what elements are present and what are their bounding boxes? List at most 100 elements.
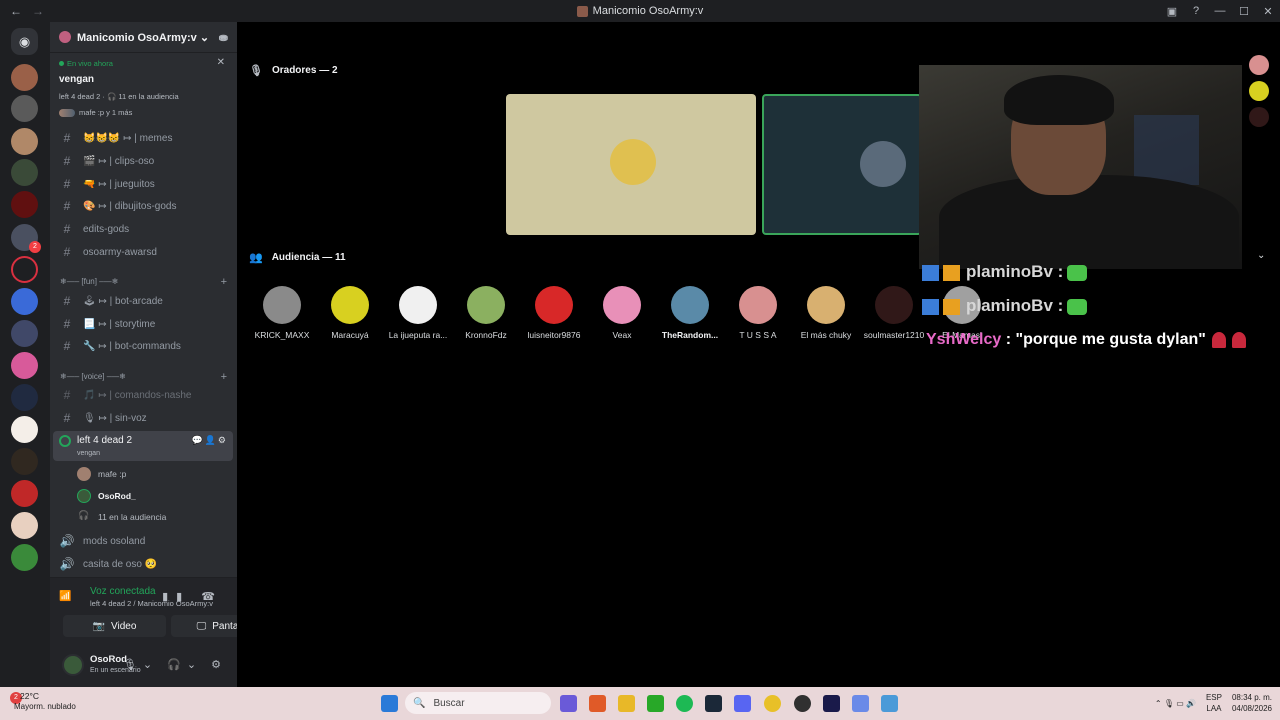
inbox-icon[interactable]: ▣ — [1160, 5, 1184, 18]
voice-controls-icons[interactable]: ▮▮ ☎ — [162, 590, 223, 603]
live-stage-card[interactable]: En vivo ahora ✕ vengan left 4 dead 2 · 🎧… — [50, 53, 237, 127]
discord-taskbar-icon[interactable] — [734, 695, 751, 712]
add-channel-icon[interactable]: + — [221, 371, 227, 383]
brave-icon[interactable] — [589, 695, 606, 712]
user-controls-icons[interactable]: 🎙⌄ 🎧⌄ ⚙ — [123, 658, 227, 671]
channel-clips-oso[interactable]: # 🎬 ↦ | clips-oso — [58, 151, 232, 171]
audience-member[interactable]: soulmaster1210 — [859, 286, 929, 340]
steam-icon[interactable] — [705, 695, 722, 712]
taskbar-search[interactable]: 🔍 Buscar — [405, 692, 551, 714]
audience-member[interactable]: Maracuyá — [315, 286, 385, 340]
close-icon[interactable]: ✕ — [217, 57, 225, 68]
server-icon[interactable] — [11, 288, 38, 315]
speaker-tile[interactable] — [506, 94, 756, 235]
speakers-label: Oradores — 2 — [271, 65, 338, 76]
add-member-icon[interactable]: ⛂ — [219, 31, 228, 44]
right-avatar[interactable] — [1249, 81, 1269, 101]
server-icon[interactable] — [11, 320, 38, 347]
help-icon[interactable]: ? — [1184, 5, 1208, 17]
voice-channel-casita-de-oso[interactable]: 🔊 casita de oso 🥺 — [58, 554, 232, 574]
server-icon[interactable] — [11, 384, 38, 411]
copilot-icon[interactable] — [560, 695, 577, 712]
close-window-button[interactable]: ✕ — [1256, 5, 1280, 18]
channel-bot-commands[interactable]: # 🔧 ↦ | bot-commands — [58, 336, 232, 356]
server-icon[interactable] — [11, 448, 38, 475]
channel-comandos-nashe[interactable]: # 🎵 ↦ | comandos-nashe — [58, 385, 232, 405]
chat-overlay-user: YshWelcy — [926, 331, 1002, 348]
audience-member[interactable]: T U S S A — [723, 286, 793, 340]
forward-arrow-icon[interactable]: → — [32, 4, 44, 18]
audience-member[interactable]: KRICK_MAXX — [247, 286, 317, 340]
discord-home-button[interactable]: ◉ — [11, 28, 38, 55]
voice-status[interactable]: Voz conectada — [90, 586, 156, 597]
audience-member[interactable]: luisneitor9876 — [519, 286, 589, 340]
maximize-button[interactable]: ☐ — [1232, 5, 1256, 18]
add-channel-icon[interactable]: + — [221, 276, 227, 288]
video-label: Video — [111, 620, 137, 632]
spotify-icon[interactable] — [676, 695, 693, 712]
chat-overlay-user: plaminoBv : — [966, 262, 1064, 281]
clock[interactable]: 08:34 p. m. 04/08/2026 — [1232, 692, 1272, 714]
tray-icons[interactable]: ⌃ 🎙 ▭ 🔊 — [1155, 699, 1196, 708]
channel-edits-gods[interactable]: # edits-gods — [58, 219, 232, 239]
weather-widget[interactable]: 22°C Mayorm. nublado — [14, 691, 76, 711]
user-avatar[interactable] — [62, 654, 84, 676]
right-avatar[interactable] — [1249, 55, 1269, 75]
guild-header[interactable]: Manicomio OsoArmy:v ⌄ ⛂ — [50, 22, 237, 53]
server-icon[interactable] — [11, 95, 38, 122]
app-icon[interactable] — [823, 695, 840, 712]
server-icon[interactable] — [11, 480, 38, 507]
back-arrow-icon[interactable]: ← — [10, 4, 22, 18]
audience-member[interactable]: TheRandom... — [655, 286, 725, 340]
file-explorer-icon[interactable] — [618, 695, 635, 712]
channel-dibujitos-gods[interactable]: # 🎨 ↦ | dibujitos-gods — [58, 196, 232, 216]
voice-member[interactable]: mafe :p — [77, 465, 126, 483]
channel-bot-arcade[interactable]: # 🕹 ↦ | bot-arcade — [58, 291, 232, 311]
channel-memes[interactable]: # 😸😸😸 ↦ | memes — [58, 128, 232, 148]
avatar — [535, 286, 573, 324]
server-icon[interactable] — [11, 159, 38, 186]
speaker-tile-speaking[interactable] — [762, 94, 922, 235]
start-icon[interactable] — [381, 695, 398, 712]
server-icon[interactable]: 2 — [11, 224, 41, 253]
server-icon[interactable] — [11, 64, 38, 91]
voice-channel-mods-osoland[interactable]: 🔊 mods osoland — [58, 531, 232, 551]
video-button[interactable]: 📷 Video — [63, 615, 166, 637]
stage-icon — [59, 435, 71, 447]
app-icon[interactable] — [852, 695, 869, 712]
audience-member[interactable]: KronnoFdz — [451, 286, 521, 340]
channel-label: 🎬 ↦ | clips-oso — [83, 155, 155, 167]
category-voice[interactable]: ❄—– [voice] –—❄ + — [60, 371, 230, 383]
channel-actions-icons[interactable]: 💬👤⚙ — [192, 435, 228, 446]
language-indicator[interactable]: ESP LAA — [1206, 692, 1222, 714]
voice-member-self[interactable]: OsoRod_ — [77, 487, 136, 505]
channel-jueguitos[interactable]: # 🔫 ↦ | jueguitos — [58, 174, 232, 194]
obs-icon[interactable] — [794, 695, 811, 712]
audience-count[interactable]: 🎧 11 en la audiencia — [77, 508, 166, 526]
right-avatar[interactable] — [1249, 107, 1269, 127]
audience-member[interactable]: Veax — [587, 286, 657, 340]
category-fun[interactable]: ❄—– [fun] –—❄ + — [60, 276, 230, 288]
server-icon[interactable] — [11, 256, 38, 283]
audience-member[interactable]: El más chuky — [791, 286, 861, 340]
hash-icon: # — [63, 411, 71, 425]
audience-member-name: soulmaster1210 — [863, 330, 925, 340]
audience-member[interactable]: La ijueputa ra... — [383, 286, 453, 340]
server-icon[interactable] — [11, 512, 38, 539]
audience-member-name: Maracuyá — [331, 330, 369, 340]
chrome-icon[interactable] — [764, 695, 781, 712]
channel-storytime[interactable]: # 📃 ↦ | storytime — [58, 314, 232, 334]
chevron-down-icon[interactable]: ⌄ — [1257, 250, 1265, 261]
notepad-icon[interactable] — [881, 695, 898, 712]
stage-channel-left-4-dead-2[interactable]: left 4 dead 2 vengan 💬👤⚙ — [53, 431, 233, 461]
server-icon[interactable] — [11, 191, 38, 218]
server-icon[interactable] — [11, 128, 38, 155]
server-icon[interactable] — [11, 416, 38, 443]
channel-osoarmy-awarsd[interactable]: # osoarmy-awarsd — [58, 242, 232, 262]
server-icon[interactable] — [11, 544, 38, 571]
xbox-icon[interactable] — [647, 695, 664, 712]
category-label: ❄—– [fun] –—❄ — [60, 277, 119, 286]
minimize-button[interactable]: — — [1208, 5, 1232, 17]
server-icon[interactable] — [11, 352, 38, 379]
channel-sin-voz[interactable]: # 🎙 ↦ | sin-voz — [58, 408, 232, 428]
